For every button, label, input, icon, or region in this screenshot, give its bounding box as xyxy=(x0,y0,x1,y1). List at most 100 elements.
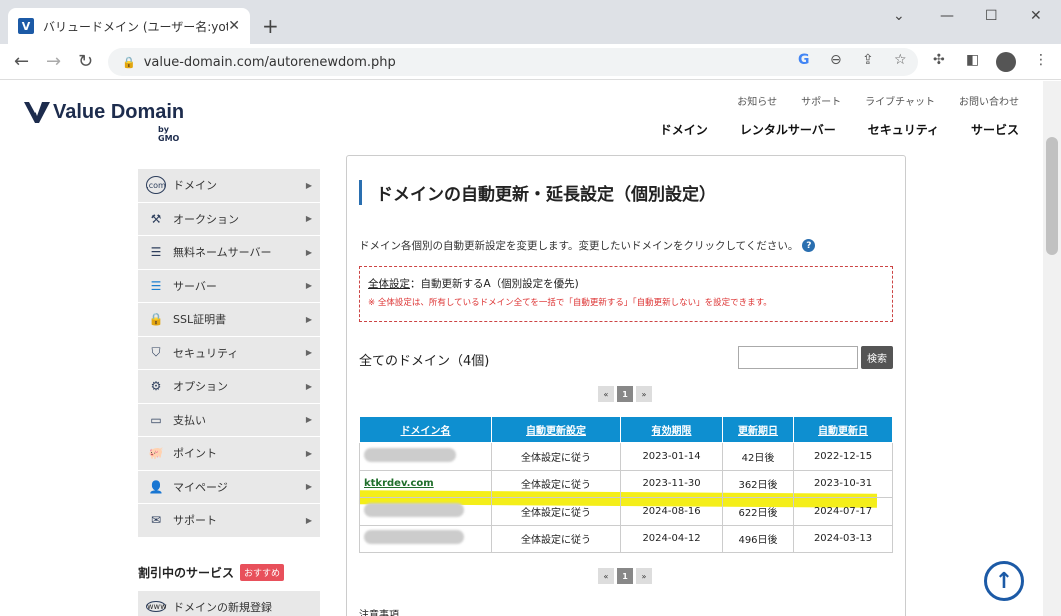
expiry-cell: 2023-01-14 xyxy=(620,442,723,471)
pager-top: « 1 » xyxy=(598,386,654,402)
main-nav: ドメイン レンタルサーバー セキュリティ サービス xyxy=(628,121,1019,138)
chevron-right-icon: ▶ xyxy=(305,415,312,425)
pager-prev[interactable]: « xyxy=(598,568,614,584)
top-link-support[interactable]: サポート xyxy=(801,93,841,108)
redacted-domain[interactable] xyxy=(364,530,464,545)
maximize-icon[interactable]: ☐ xyxy=(985,8,998,24)
share-icon[interactable]: ⇪ xyxy=(862,52,874,68)
sidebar-item-support[interactable]: ✉ サポート ▶ xyxy=(138,504,320,538)
browser-toolbar: ← → ↻ 🔒 value-domain.com/autorenewdom.ph… xyxy=(0,44,1061,80)
sidebar-item-domain[interactable]: .com ドメイン ▶ xyxy=(138,169,320,203)
nav-domain[interactable]: ドメイン xyxy=(660,121,708,138)
value-domain-logo[interactable]: Value Domain by GMO xyxy=(24,99,184,143)
gears-icon: ⚙ xyxy=(150,379,162,394)
chevron-right-icon: ▶ xyxy=(305,214,312,224)
page-scrollbar[interactable] xyxy=(1043,81,1061,616)
col-domain-name[interactable]: ドメイン名 xyxy=(359,416,492,443)
page-title: ドメインの自動更新・延長設定（個別設定） xyxy=(359,180,716,205)
promo-item-label: ドメインの新規登録 xyxy=(173,600,272,614)
col-expiry[interactable]: 有効期限 xyxy=(620,416,723,443)
search-input[interactable] xyxy=(738,346,858,369)
pager-next[interactable]: » xyxy=(636,386,652,402)
auto-date-cell: 2024-03-13 xyxy=(793,524,893,553)
domain-cell[interactable] xyxy=(359,497,492,526)
sidebar-item-free-nameserver[interactable]: ☰ 無料ネームサーバー ▶ xyxy=(138,236,320,270)
pager-prev[interactable]: « xyxy=(598,386,614,402)
global-setting-link[interactable]: 全体設定 xyxy=(368,278,410,290)
domain-cell: ktkrdev.com xyxy=(359,469,492,498)
domain-cell[interactable] xyxy=(359,442,492,471)
help-icon[interactable]: ? xyxy=(802,239,816,252)
auto-date-cell: 2022-12-15 xyxy=(793,442,893,471)
browser-tab[interactable]: V バリュードメイン (ユーザー名:yotan) ✕ xyxy=(8,8,250,44)
extensions-icon[interactable]: ✣ xyxy=(933,52,945,68)
domain-table: ドメイン名 自動更新設定 有効期限 更新期日 自動更新日 全体設定に従う 202… xyxy=(359,416,893,553)
chevron-right-icon: ▶ xyxy=(305,314,312,324)
redacted-domain[interactable] xyxy=(364,447,456,462)
pager-current[interactable]: 1 xyxy=(617,568,633,584)
sidebar-item-auction[interactable]: ⚒ オークション ▶ xyxy=(138,202,320,236)
chevron-right-icon: ▶ xyxy=(305,381,312,391)
global-setting-value: ：自動更新するA（個別設定を優先) xyxy=(410,278,579,290)
col-auto-renew-setting[interactable]: 自動更新設定 xyxy=(491,416,621,443)
web-page: Value Domain by GMO お知らせ サポート ライブチャット お問… xyxy=(0,81,1043,616)
due-cell: 362日後 xyxy=(722,469,794,498)
promo-new-domain[interactable]: www ドメインの新規登録 xyxy=(138,590,320,616)
top-link-contact[interactable]: お問い合わせ xyxy=(959,93,1019,108)
pager-next[interactable]: » xyxy=(636,568,652,584)
side-panel-icon[interactable]: ◧ xyxy=(966,52,979,68)
due-cell: 42日後 xyxy=(722,442,794,471)
ssl-lock-icon: 🔒 xyxy=(148,312,164,327)
scrollbar-thumb[interactable] xyxy=(1046,137,1058,255)
search-button[interactable]: 検索 xyxy=(861,346,893,369)
address-bar[interactable]: 🔒 value-domain.com/autorenewdom.php xyxy=(108,48,918,76)
sidebar: .com ドメイン ▶ ⚒ オークション ▶ ☰ 無料ネームサーバー ▶ ☰ サーバー ▶ 🔒 S… xyxy=(138,169,320,616)
new-tab-icon[interactable]: + xyxy=(262,14,279,38)
sidebar-item-security[interactable]: ⛉ セキュリティ ▶ xyxy=(138,336,320,370)
nav-security[interactable]: セキュリティ xyxy=(868,121,939,138)
reload-icon[interactable]: ↻ xyxy=(78,51,93,72)
forward-icon[interactable]: → xyxy=(46,51,61,72)
redacted-domain[interactable] xyxy=(364,502,464,517)
logo-sub: by GMO xyxy=(158,125,180,143)
top-link-livechat[interactable]: ライブチャット xyxy=(865,93,935,108)
chevron-right-icon: ▶ xyxy=(305,247,312,257)
domain-cell[interactable] xyxy=(359,524,492,553)
sidebar-item-label: サポート xyxy=(173,514,217,528)
sidebar-item-payment[interactable]: ▭ 支払い ▶ xyxy=(138,403,320,437)
logo-v-icon xyxy=(24,102,50,123)
sidebar-item-label: サーバー xyxy=(173,279,217,293)
google-icon[interactable]: G xyxy=(798,52,810,68)
nav-rental-server[interactable]: レンタルサーバー xyxy=(740,121,836,138)
sidebar-item-ssl[interactable]: 🔒 SSL証明書 ▶ xyxy=(138,303,320,337)
table-row: 全体設定に従う 2024-04-12 496日後 2024-03-13 xyxy=(359,524,893,553)
www-icon: www xyxy=(146,601,167,612)
pager-current[interactable]: 1 xyxy=(617,386,633,402)
bookmark-star-icon[interactable]: ☆ xyxy=(894,52,907,68)
sidebar-item-server[interactable]: ☰ サーバー ▶ xyxy=(138,269,320,303)
sidebar-item-mypage[interactable]: 👤 マイページ ▶ xyxy=(138,470,320,504)
minimize-icon[interactable]: — xyxy=(940,8,954,24)
domain-link[interactable]: ktkrdev.com xyxy=(364,478,434,489)
col-auto-renew-date: 自動更新日 xyxy=(793,416,893,443)
close-tab-icon[interactable]: ✕ xyxy=(228,18,240,34)
sidebar-item-option[interactable]: ⚙ オプション ▶ xyxy=(138,370,320,404)
table-row: 全体設定に従う 2023-01-14 42日後 2022-12-15 xyxy=(359,442,893,471)
scroll-to-top-button[interactable]: ↑ xyxy=(984,561,1024,601)
wallet-icon: ▭ xyxy=(150,412,162,427)
close-window-icon[interactable]: ✕ xyxy=(1030,8,1042,24)
top-link-news[interactable]: お知らせ xyxy=(737,93,777,108)
zoom-icon[interactable]: ⊖ xyxy=(830,52,842,68)
sidebar-item-points[interactable]: 🐖 ポイント ▶ xyxy=(138,437,320,471)
piggy-bank-icon: 🐖 xyxy=(148,446,164,461)
menu-icon[interactable]: ⋮ xyxy=(1034,52,1048,68)
setting-cell: 全体設定に従う xyxy=(491,497,621,526)
promo-title: 割引中のサービス xyxy=(138,565,235,580)
server-icon: ☰ xyxy=(150,278,162,293)
nav-service[interactable]: サービス xyxy=(971,121,1019,138)
profile-avatar[interactable] xyxy=(996,52,1016,72)
sidebar-item-label: オプション xyxy=(173,380,228,394)
sidebar-item-label: ポイント xyxy=(173,447,217,461)
back-icon[interactable]: ← xyxy=(14,51,29,72)
chevron-down-icon[interactable]: ⌄ xyxy=(893,8,905,24)
